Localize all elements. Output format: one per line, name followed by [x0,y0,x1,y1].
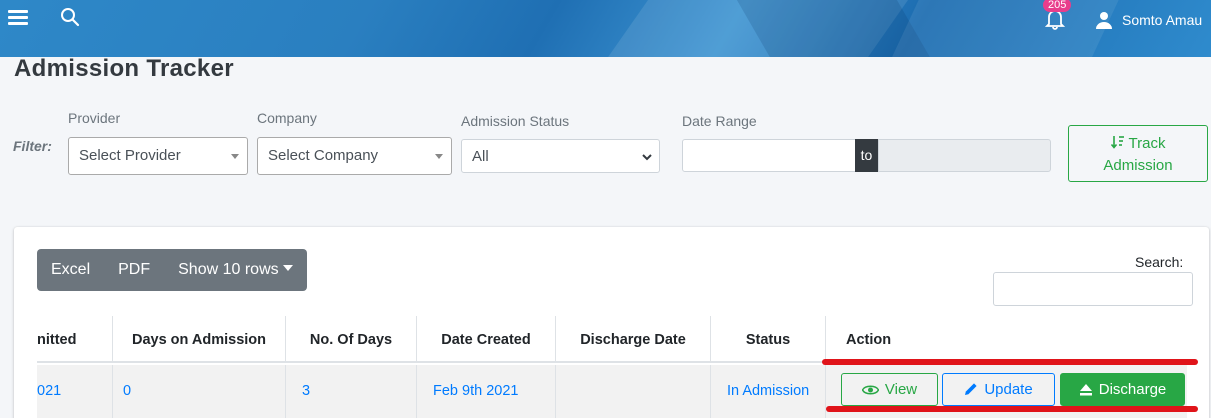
page-title: Admission Tracker [14,55,234,82]
caret-down-icon [231,154,239,159]
search-icon[interactable] [60,7,80,27]
eject-icon [1079,384,1092,396]
cell-days-on-admission[interactable]: 0 [112,365,285,418]
cell-admitted[interactable]: 021 [37,365,112,418]
top-navbar: 205 Somto Amau [0,0,1211,57]
update-button[interactable]: Update [942,373,1055,406]
annotation-underline-bottom [826,406,1198,412]
admission-status-select[interactable]: All [461,139,660,173]
user-name[interactable]: Somto Amau [1122,12,1202,28]
cell-status[interactable]: In Admission [710,365,825,418]
date-range-label: Date Range [682,113,757,129]
admission-status-value: All [472,148,489,165]
pdf-button[interactable]: PDF [104,249,164,291]
discharge-button[interactable]: Discharge [1060,373,1185,406]
company-select[interactable]: Select Company [257,137,452,175]
sort-amount-down-icon [1110,136,1124,149]
admission-status-label: Admission Status [461,113,570,129]
th-status[interactable]: Status [710,316,825,363]
search-label: Search: [1135,254,1184,270]
update-button-label: Update [984,381,1033,398]
export-button-group: Excel PDF Show 10 rows [37,249,307,291]
view-button-label: View [884,381,918,398]
date-range-end-input[interactable] [878,139,1051,172]
provider-label: Provider [68,110,121,126]
excel-button[interactable]: Excel [37,249,104,291]
user-icon[interactable] [1096,11,1112,29]
cell-date-created[interactable]: Feb 9th 2021 [416,365,555,418]
filter-label: Filter: [13,138,52,154]
company-select-value: Select Company [268,147,379,164]
view-button[interactable]: View [841,373,938,406]
date-range-start-input[interactable] [682,139,856,172]
chevron-down-icon [642,154,652,161]
provider-select[interactable]: Select Provider [68,137,248,175]
notification-badge: 205 [1043,0,1072,12]
provider-select-value: Select Provider [79,147,181,164]
track-button-line1: Track [1128,135,1166,152]
date-range-to-addon: to [855,139,878,172]
table-header: nitted Days on Admission No. Of Days Dat… [37,316,1187,363]
discharge-button-label: Discharge [1098,381,1167,398]
caret-down-icon [435,154,443,159]
show-rows-dropdown[interactable]: Show 10 rows [164,249,307,291]
th-days-on-admission[interactable]: Days on Admission [112,316,285,363]
pencil-icon [965,383,977,395]
cell-discharge-date [555,365,710,418]
annotation-underline-top [822,359,1198,365]
cell-no-of-days[interactable]: 3 [285,365,416,418]
th-discharge-date[interactable]: Discharge Date [555,316,710,363]
company-label: Company [257,110,317,126]
eye-icon [861,385,880,395]
th-no-of-days[interactable]: No. Of Days [285,316,416,363]
menu-icon[interactable] [8,10,28,26]
search-input[interactable] [993,272,1193,306]
track-button-line2: Admission [1103,157,1173,174]
th-action: Action [825,316,1187,363]
th-admitted[interactable]: nitted [37,316,112,363]
th-date-created[interactable]: Date Created [416,316,555,363]
track-admission-button[interactable]: Track Admission [1068,125,1208,182]
